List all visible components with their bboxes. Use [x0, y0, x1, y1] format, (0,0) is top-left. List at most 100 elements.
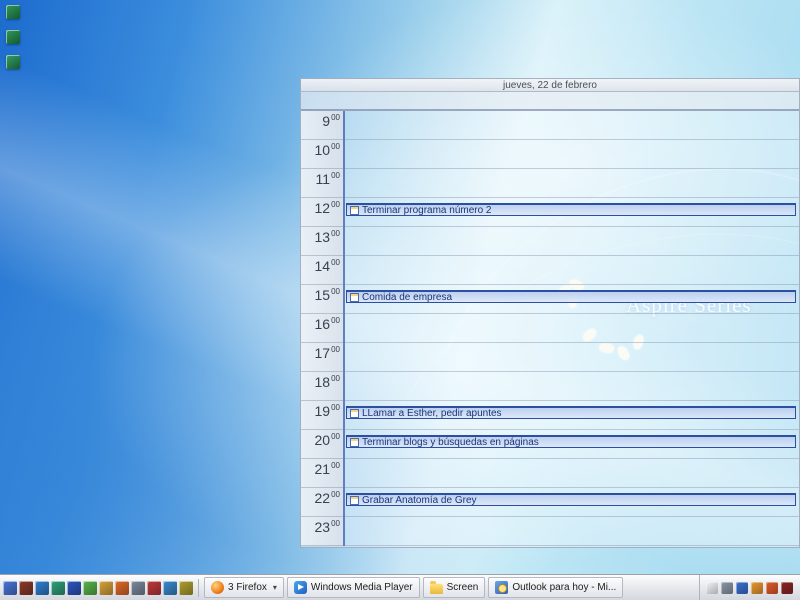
- calendar-event[interactable]: LLamar a Esther, pedir apuntes: [346, 406, 796, 419]
- hour-label: 1800: [301, 372, 343, 401]
- hour-number: 9: [322, 113, 330, 129]
- time-slot-row: [345, 256, 799, 285]
- tray-icon-3[interactable]: [736, 582, 748, 594]
- hour-number: 19: [315, 403, 331, 419]
- hour-minutes: 00: [331, 490, 340, 499]
- hour-minutes: 00: [331, 432, 340, 441]
- quicklaunch-icon-12[interactable]: [179, 581, 193, 595]
- quicklaunch-icon-2[interactable]: [19, 581, 33, 595]
- task-buttons: 3 Firefox▾ Windows Media Player Screen Outl…: [204, 577, 623, 598]
- quicklaunch-icon-6[interactable]: [83, 581, 97, 595]
- taskbar: 3 Firefox▾ Windows Media Player Screen Outl…: [0, 574, 800, 600]
- hour-number: 23: [315, 519, 331, 535]
- hour-label: 1200: [301, 198, 343, 227]
- system-tray: [699, 575, 797, 600]
- hour-label: 1600: [301, 314, 343, 343]
- quicklaunch-icon-11[interactable]: [163, 581, 177, 595]
- event-icon: [350, 438, 359, 447]
- hour-number: 10: [315, 142, 331, 158]
- taskbar-button-wmp[interactable]: Windows Media Player: [287, 577, 420, 598]
- event-icon: [350, 496, 359, 505]
- hour-number: 17: [315, 345, 331, 361]
- quicklaunch-icon-3[interactable]: [35, 581, 49, 595]
- time-slot-row: [345, 169, 799, 198]
- outlook-icon: [495, 581, 508, 594]
- task-button-label: Screen: [447, 582, 479, 593]
- hour-number: 16: [315, 316, 331, 332]
- event-title: Grabar Anatomía de Grey: [362, 495, 477, 506]
- event-title: LLamar a Esther, pedir apuntes: [362, 408, 502, 419]
- time-slot-row: [345, 517, 799, 546]
- hour-number: 20: [315, 432, 331, 448]
- hour-number: 18: [315, 374, 331, 390]
- hour-label: 2100: [301, 459, 343, 488]
- calendar-event[interactable]: Terminar programa número 2: [346, 203, 796, 216]
- firefox-icon: [211, 581, 224, 594]
- time-slot-row: [345, 140, 799, 169]
- desktop-icon-2[interactable]: [6, 30, 20, 44]
- hour-number: 21: [315, 461, 331, 477]
- quicklaunch-icon-9[interactable]: [131, 581, 145, 595]
- calendar-allday-row: [301, 92, 799, 111]
- hour-number: 14: [315, 258, 331, 274]
- time-slot-row: [345, 459, 799, 488]
- quick-launch: [3, 581, 193, 595]
- tray-icon-1[interactable]: [706, 582, 718, 594]
- time-slot-row: [345, 372, 799, 401]
- tray-icon-6[interactable]: [781, 582, 793, 594]
- time-slot-row: [345, 111, 799, 140]
- hour-minutes: 00: [331, 461, 340, 470]
- calendar-event[interactable]: Grabar Anatomía de Grey: [346, 493, 796, 506]
- tray-icon-5[interactable]: [766, 582, 778, 594]
- hour-minutes: 00: [331, 200, 340, 209]
- tray-icon-4[interactable]: [751, 582, 763, 594]
- calendar-event[interactable]: Terminar blogs y búsquedas en páginas: [346, 435, 796, 448]
- taskbar-button-firefox[interactable]: 3 Firefox▾: [204, 577, 284, 598]
- calendar-grid: Terminar programa número 2 Comida de empr…: [343, 111, 799, 546]
- task-button-label: Windows Media Player: [311, 582, 413, 593]
- hour-minutes: 00: [331, 142, 340, 151]
- event-title: Terminar programa número 2: [362, 205, 492, 216]
- event-title: Comida de empresa: [362, 292, 452, 303]
- desktop-icon-3[interactable]: [6, 55, 20, 69]
- desktop-icons: [6, 5, 20, 69]
- hour-minutes: 00: [331, 258, 340, 267]
- hour-number: 22: [315, 490, 331, 506]
- hour-label: 1900: [301, 401, 343, 430]
- time-slot-row: [345, 227, 799, 256]
- quicklaunch-icon-5[interactable]: [67, 581, 81, 595]
- hour-label: 1700: [301, 343, 343, 372]
- hour-minutes: 00: [331, 403, 340, 412]
- quicklaunch-icon-4[interactable]: [51, 581, 65, 595]
- hour-number: 15: [315, 287, 331, 303]
- hour-minutes: 00: [331, 316, 340, 325]
- hour-minutes: 00: [331, 374, 340, 383]
- time-slot-row: [345, 343, 799, 372]
- event-icon: [350, 293, 359, 302]
- hour-label: 1300: [301, 227, 343, 256]
- hour-label: 1400: [301, 256, 343, 285]
- calendar-event[interactable]: Comida de empresa: [346, 290, 796, 303]
- event-icon: [350, 409, 359, 418]
- hour-minutes: 00: [331, 345, 340, 354]
- chevron-down-icon: ▾: [273, 583, 277, 592]
- taskbar-button-outlook[interactable]: Outlook para hoy - Mi...: [488, 577, 623, 598]
- quicklaunch-icon-7[interactable]: [99, 581, 113, 595]
- quicklaunch-icon-10[interactable]: [147, 581, 161, 595]
- hour-number: 12: [315, 200, 331, 216]
- quicklaunch-icon-1[interactable]: [3, 581, 17, 595]
- calendar-date-header: jueves, 22 de febrero: [301, 79, 799, 92]
- quicklaunch-icon-8[interactable]: [115, 581, 129, 595]
- wmp-icon: [294, 581, 307, 594]
- hour-minutes: 00: [331, 287, 340, 296]
- hour-label: 1000: [301, 140, 343, 169]
- desktop: Aspire Series jueves, 22 de febrero 9001…: [0, 0, 800, 600]
- desktop-icon-1[interactable]: [6, 5, 20, 19]
- hour-label: 2000: [301, 430, 343, 459]
- folder-icon: [430, 584, 443, 594]
- hour-minutes: 00: [331, 519, 340, 528]
- tray-icon-2[interactable]: [721, 582, 733, 594]
- hour-number: 11: [316, 171, 331, 187]
- taskbar-button-folder[interactable]: Screen: [423, 577, 486, 598]
- hour-label: 2300: [301, 517, 343, 546]
